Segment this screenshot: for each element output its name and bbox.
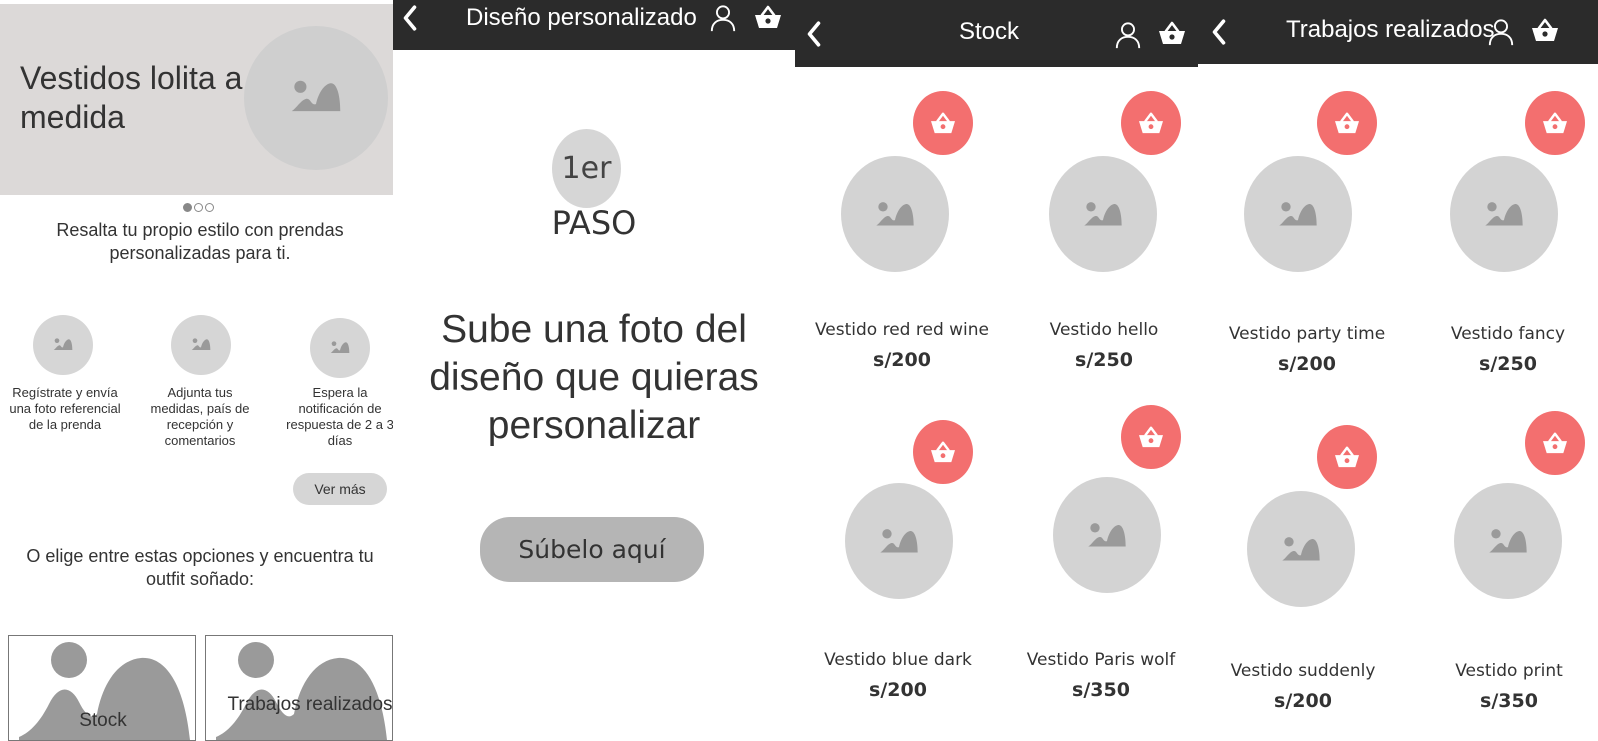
image-placeholder-icon bbox=[1083, 200, 1123, 227]
page-title: Stock bbox=[959, 18, 1020, 45]
custom-design-screen: Diseño personalizado 1er PASO Sube una f… bbox=[393, 0, 795, 741]
header-bar: Diseño personalizado bbox=[393, 0, 795, 50]
step-2-image bbox=[171, 315, 231, 375]
add-to-cart-button[interactable] bbox=[913, 420, 973, 484]
hero-banner[interactable]: Vestidos lolita a medida bbox=[0, 4, 393, 195]
chevron-left-icon[interactable] bbox=[805, 20, 823, 48]
product-price: s/350 bbox=[1480, 690, 1538, 712]
image-placeholder-icon bbox=[1278, 200, 1318, 227]
product-image[interactable] bbox=[1049, 156, 1157, 272]
image-placeholder-icon bbox=[53, 337, 73, 351]
image-placeholder-icon bbox=[216, 642, 387, 740]
product-price: s/200 bbox=[1274, 690, 1332, 712]
product-name: Vestido party time bbox=[1228, 324, 1386, 344]
image-placeholder-icon bbox=[879, 527, 919, 554]
product-price: s/200 bbox=[869, 679, 927, 701]
basket-icon bbox=[1137, 425, 1165, 449]
image-placeholder-icon bbox=[1087, 521, 1127, 548]
step-word: PASO bbox=[551, 204, 637, 242]
step-1-image bbox=[33, 315, 93, 375]
basket-icon bbox=[1541, 431, 1569, 455]
user-icon[interactable] bbox=[709, 3, 737, 33]
product-name: Vestido fancy bbox=[1450, 324, 1566, 344]
add-to-cart-button[interactable] bbox=[1317, 91, 1377, 155]
product-image[interactable] bbox=[845, 483, 953, 599]
product-price: s/200 bbox=[1278, 353, 1336, 375]
image-placeholder-icon bbox=[191, 337, 211, 351]
page-title: Trabajos realizados bbox=[1286, 16, 1495, 43]
product-name: Vestido Paris wolf bbox=[1026, 650, 1176, 670]
product-image[interactable] bbox=[1053, 477, 1161, 593]
home-screen: Vestidos lolita a medida Resalta tu prop… bbox=[0, 0, 393, 741]
step-2-text: Adjunta tus medidas, país de recepción y… bbox=[150, 385, 250, 448]
basket-icon[interactable] bbox=[1157, 20, 1187, 46]
basket-icon bbox=[929, 111, 957, 135]
basket-icon[interactable] bbox=[1530, 17, 1560, 43]
product-price: s/200 bbox=[873, 349, 931, 371]
basket-icon bbox=[1541, 111, 1569, 135]
add-to-cart-button[interactable] bbox=[1121, 91, 1181, 155]
choose-text: O elige entre estas opciones y encuentra… bbox=[26, 546, 374, 589]
add-to-cart-button[interactable] bbox=[1121, 405, 1181, 469]
hero-image bbox=[244, 26, 388, 170]
product-image[interactable] bbox=[1454, 483, 1562, 599]
user-icon[interactable] bbox=[1114, 20, 1142, 50]
instruction-text: Sube una foto del diseño que quieras per… bbox=[429, 308, 759, 447]
image-placeholder-icon bbox=[1488, 527, 1528, 554]
add-to-cart-button[interactable] bbox=[1317, 425, 1377, 489]
image-placeholder-icon bbox=[1484, 200, 1524, 227]
carousel-dot[interactable] bbox=[205, 203, 214, 212]
image-placeholder-icon bbox=[1281, 535, 1321, 562]
basket-icon bbox=[1333, 445, 1361, 469]
step-1-text: Regístrate y envía una foto referencial … bbox=[9, 385, 121, 432]
ver-mas-button[interactable]: Ver más bbox=[293, 473, 387, 505]
step-3-text: Espera la notificación de respuesta de 2… bbox=[286, 385, 393, 448]
add-to-cart-button[interactable] bbox=[1525, 411, 1585, 475]
tagline: Resalta tu propio estilo con prendas per… bbox=[56, 220, 344, 263]
carousel-dots bbox=[183, 203, 214, 212]
basket-icon bbox=[929, 440, 957, 464]
carousel-dot[interactable] bbox=[183, 203, 192, 212]
carousel-dot[interactable] bbox=[194, 203, 203, 212]
add-to-cart-button[interactable] bbox=[913, 91, 973, 155]
upload-button[interactable]: Súbelo aquí bbox=[480, 517, 704, 582]
product-name: Vestido red red wine bbox=[814, 320, 989, 340]
product-image[interactable] bbox=[1450, 156, 1558, 272]
add-to-cart-button[interactable] bbox=[1525, 91, 1585, 155]
product-name: Vestido blue dark bbox=[824, 650, 972, 670]
product-price: s/250 bbox=[1075, 349, 1133, 371]
stock-card-label: Stock bbox=[79, 710, 127, 731]
product-image[interactable] bbox=[1247, 491, 1355, 607]
basket-icon bbox=[1333, 111, 1361, 135]
chevron-left-icon[interactable] bbox=[1210, 18, 1228, 46]
user-icon[interactable] bbox=[1487, 17, 1515, 47]
header-bar: Stock bbox=[795, 0, 1198, 67]
works-screen: Trabajos realizados Vestido party time s… bbox=[1198, 0, 1598, 741]
product-image[interactable] bbox=[841, 156, 949, 272]
basket-icon[interactable] bbox=[753, 4, 783, 30]
step-number: 1er bbox=[552, 129, 621, 208]
trabajos-card-label: Trabajos realizados bbox=[227, 694, 393, 715]
product-name: Vestido print bbox=[1455, 661, 1563, 681]
step-3-image bbox=[310, 318, 370, 378]
stock-screen: Stock Vestido red red wine s/200 Vestido… bbox=[795, 0, 1198, 741]
page-title: Diseño personalizado bbox=[466, 4, 697, 31]
trabajos-card[interactable]: Trabajos realizados bbox=[205, 635, 393, 741]
stock-card[interactable]: Stock bbox=[8, 635, 196, 741]
product-name: Vestido hello bbox=[1049, 320, 1159, 340]
product-image[interactable] bbox=[1244, 156, 1352, 272]
image-placeholder-icon bbox=[290, 78, 342, 113]
header-bar: Trabajos realizados bbox=[1198, 0, 1598, 64]
image-placeholder-icon bbox=[875, 200, 915, 227]
product-price: s/250 bbox=[1479, 353, 1537, 375]
hero-title: Vestidos lolita a medida bbox=[20, 60, 243, 135]
chevron-left-icon[interactable] bbox=[401, 4, 419, 32]
basket-icon bbox=[1137, 111, 1165, 135]
image-placeholder-icon bbox=[330, 340, 350, 354]
product-price: s/350 bbox=[1072, 679, 1130, 701]
product-name: Vestido suddenly bbox=[1230, 661, 1376, 681]
